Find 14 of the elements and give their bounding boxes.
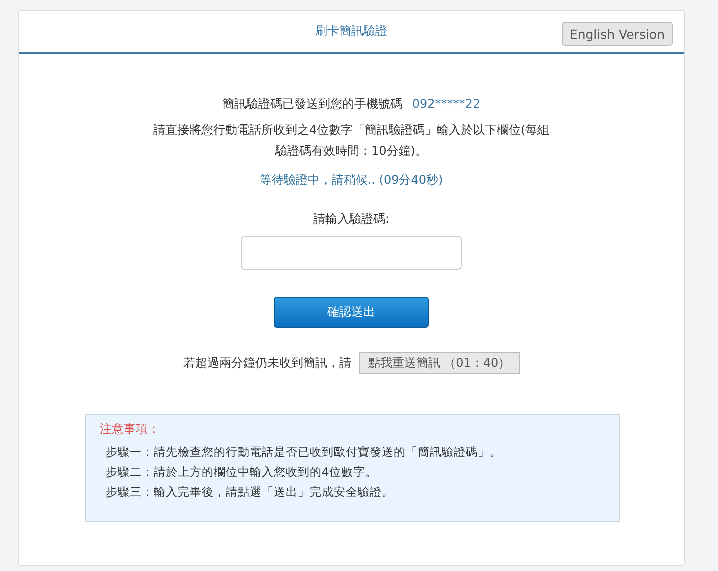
code-input-field[interactable] (241, 236, 462, 270)
language-button[interactable]: English Version (562, 22, 673, 46)
instruction-text: 請直接將您行動電話所收到之4位數字「簡訊驗證碼」輸入於以下欄位(每組驗證碼有效時間：10分鐘)。 (152, 122, 551, 160)
submit-button[interactable]: 確認送出 (274, 297, 429, 328)
waiting-status: 等待驗證中，請稍候.. (09分40秒) (260, 172, 444, 189)
notice-step: 步驟二：請於上方的欄位中輸入您收到的4位數字。 (106, 462, 605, 482)
notice-step: 步驟三：輸入完畢後，請點選「送出」完成安全驗證。 (106, 482, 605, 502)
phone-number: 092*****22 (412, 97, 481, 111)
sent-text: 簡訊驗證碼已發送到您的手機號碼 (222, 96, 402, 112)
code-label: 請輸入驗證碼: (313, 211, 390, 228)
notice-step: 步驟一：請先檢查您的行動電話是否已收到歐付寶發送的「簡訊驗證碼」。 (106, 442, 605, 462)
notice-title: 注意事項： (100, 421, 161, 438)
page-title: 刷卡簡訊驗證 (316, 23, 388, 40)
resend-prompt: 若超過兩分鐘仍未收到簡訊，請 (183, 354, 352, 372)
